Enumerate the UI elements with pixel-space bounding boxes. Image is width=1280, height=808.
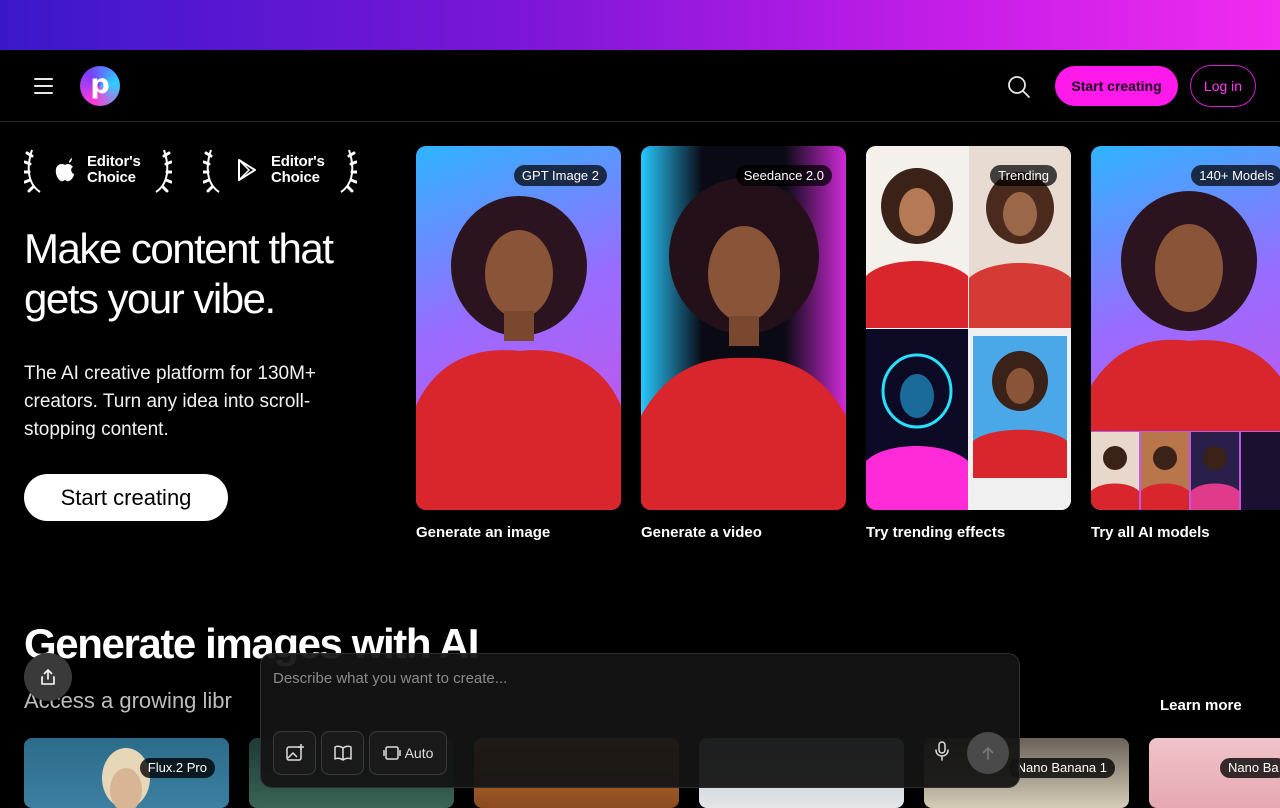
laurel-left-icon bbox=[24, 149, 41, 193]
add-image-icon bbox=[285, 744, 304, 761]
picsart-logo[interactable]: p bbox=[80, 66, 120, 106]
card-badge: GPT Image 2 bbox=[513, 165, 607, 186]
google-play-editors-choice-badge: Editor's Choice bbox=[203, 146, 359, 194]
card-badge: 140+ Models bbox=[1191, 165, 1280, 186]
share-button[interactable] bbox=[24, 653, 72, 701]
award-line-2: Choice bbox=[87, 169, 136, 186]
card-all-ai-models[interactable]: 140+ Models bbox=[1091, 146, 1280, 510]
award-line-1: Editor's bbox=[271, 153, 325, 170]
card-label-trending-effects[interactable]: Try trending effects bbox=[866, 524, 1005, 541]
learn-more-link[interactable]: Learn more bbox=[1160, 697, 1242, 714]
card-trending-effects[interactable]: Trending bbox=[866, 146, 1071, 510]
award-text: Editor's Choice bbox=[87, 154, 141, 186]
card-badge: Trending bbox=[990, 165, 1057, 186]
book-icon bbox=[333, 745, 352, 761]
effects-collage-image bbox=[866, 146, 1071, 510]
apple-icon bbox=[55, 158, 74, 182]
thumb-badge: Nano Ba bbox=[1220, 758, 1280, 778]
thumb-badge: Nano Banana 1 bbox=[1008, 758, 1115, 778]
send-button[interactable] bbox=[967, 732, 1009, 774]
hero-title: Make content that gets your vibe. bbox=[24, 225, 334, 322]
card-badge: Seedance 2.0 bbox=[735, 165, 832, 186]
prompt-composer: Auto bbox=[260, 653, 1020, 788]
logo-letter: p bbox=[90, 69, 110, 100]
laurel-right-icon bbox=[155, 149, 172, 193]
models-preview-image bbox=[1091, 191, 1280, 510]
laurel-right-icon bbox=[340, 149, 357, 193]
award-line-1: Editor's bbox=[87, 153, 141, 170]
model-thumb[interactable]: Flux.2 Pro bbox=[24, 738, 229, 808]
hero-start-creating-button[interactable]: Start creating bbox=[24, 474, 228, 521]
card-label-all-ai-models[interactable]: Try all AI models bbox=[1091, 524, 1210, 541]
apple-editors-choice-badge: Editor's Choice bbox=[24, 146, 174, 194]
aspect-ratio-selector[interactable]: Auto bbox=[369, 731, 447, 775]
aspect-ratio-icon bbox=[382, 746, 401, 760]
prompt-library-button[interactable] bbox=[321, 731, 364, 775]
share-icon bbox=[41, 669, 55, 685]
prompt-input[interactable] bbox=[273, 666, 1003, 690]
aspect-ratio-label: Auto bbox=[404, 745, 434, 761]
model-thumb[interactable]: Nano Ba bbox=[1149, 738, 1280, 808]
google-play-icon bbox=[238, 159, 256, 181]
thumb-badge: Flux.2 Pro bbox=[139, 758, 215, 778]
card-generate-video[interactable]: Seedance 2.0 bbox=[641, 146, 846, 510]
hero-subtitle: The AI creative platform for 130M+ creat… bbox=[24, 363, 316, 440]
add-image-button[interactable] bbox=[273, 731, 316, 775]
video-frame-image bbox=[641, 178, 846, 510]
start-creating-button[interactable]: Start creating bbox=[1055, 66, 1178, 106]
award-line-2: Choice bbox=[271, 169, 320, 186]
card-label-generate-image[interactable]: Generate an image bbox=[416, 524, 550, 541]
microphone-icon[interactable] bbox=[931, 740, 953, 762]
log-in-button[interactable]: Log in bbox=[1190, 65, 1256, 107]
award-text: Editor's Choice bbox=[271, 154, 325, 186]
portrait-image bbox=[416, 196, 621, 510]
promo-banner[interactable] bbox=[0, 0, 1280, 50]
laurel-left-icon bbox=[203, 149, 220, 193]
card-generate-image[interactable]: GPT Image 2 bbox=[416, 146, 621, 510]
arrow-up-icon bbox=[982, 747, 994, 760]
hamburger-icon[interactable] bbox=[34, 78, 53, 94]
card-label-generate-video[interactable]: Generate a video bbox=[641, 524, 762, 541]
search-icon[interactable] bbox=[1006, 74, 1032, 100]
top-navigation: p Start creating Log in bbox=[0, 50, 1280, 122]
